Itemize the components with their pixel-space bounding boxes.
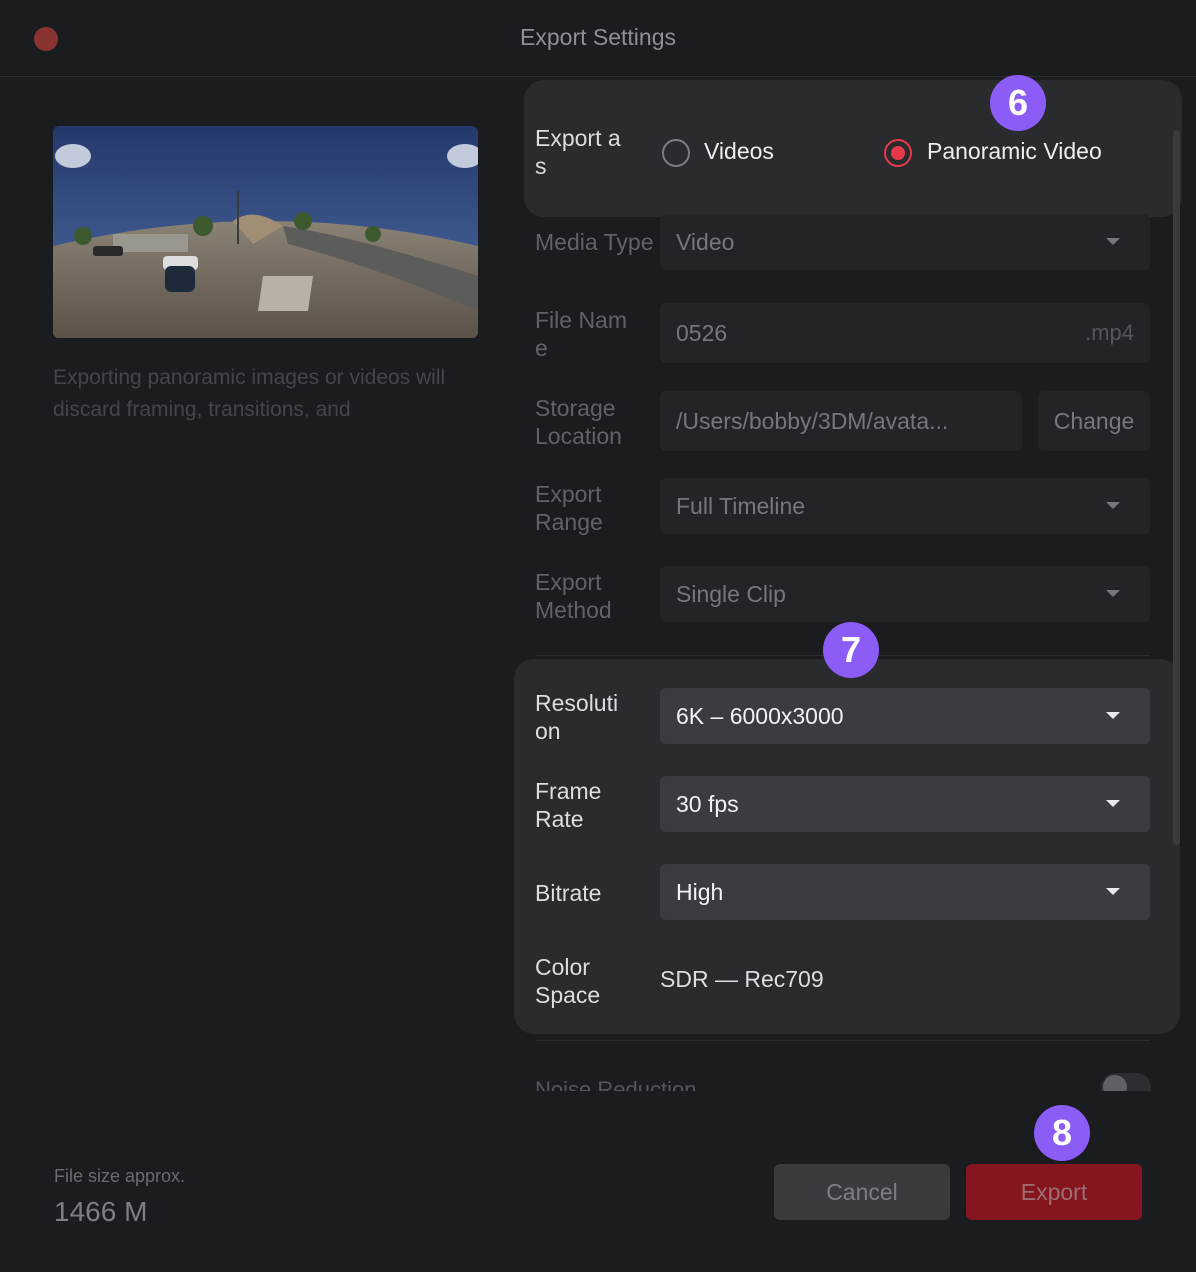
chevron-down-icon (1106, 712, 1120, 719)
color-space-label: Color Space (535, 954, 601, 1008)
file-size-label: File size approx. (54, 1166, 186, 1186)
storage-path-value: /Users/bobby/3DM/avata... (676, 408, 949, 434)
export-range-value: Full Timeline (676, 493, 806, 519)
frame-rate-value: 30 fps (676, 791, 739, 817)
media-type-value: Video (676, 229, 735, 255)
radio-videos-label[interactable]: Videos (704, 138, 774, 165)
export-as-label: Export a s (535, 125, 621, 179)
cancel-button[interactable]: Cancel (774, 1164, 950, 1220)
panorama-preview (53, 126, 478, 338)
frame-rate-label: Frame Rate (535, 778, 602, 832)
step-badge-8: 8 (1034, 1105, 1090, 1161)
noise-reduction-toggle[interactable] (1101, 1073, 1151, 1091)
resolution-value: 6K – 6000x3000 (676, 703, 844, 729)
color-space-value: SDR — Rec709 (660, 966, 824, 992)
storage-path-field: /Users/bobby/3DM/avata... (660, 391, 1022, 451)
window-title: Export Settings (520, 24, 676, 50)
frame-rate-select[interactable]: 30 fps (660, 776, 1150, 832)
storage-location-label: Storage Location (535, 395, 622, 449)
chevron-down-icon (1106, 238, 1120, 245)
change-location-button[interactable]: Change (1038, 391, 1150, 451)
export-button[interactable]: Export (966, 1164, 1142, 1220)
file-name-input[interactable]: 0526 .mp4 (660, 303, 1150, 363)
file-size-value: 1466 M (54, 1196, 148, 1227)
media-type-label: Media Type (535, 229, 654, 255)
export-method-label: Export Method (535, 569, 612, 623)
settings-scrollbar[interactable] (1173, 130, 1180, 845)
step-badge-6: 6 (990, 75, 1046, 131)
file-extension: .mp4 (1085, 320, 1134, 345)
radio-panoramic-video-label[interactable]: Panoramic Video (927, 138, 1102, 165)
panorama-notice: Exporting panoramic images or videos wil… (53, 366, 446, 421)
title-bar: Export Settings (0, 0, 1196, 77)
file-name-label: File Nam e (535, 307, 628, 361)
divider (535, 1040, 1150, 1041)
media-type-select[interactable]: Video (660, 214, 1150, 270)
export-method-select[interactable]: Single Clip (660, 566, 1150, 622)
bitrate-select[interactable]: High (660, 864, 1150, 920)
export-range-label: Export Range (535, 481, 603, 535)
step-badge-7: 7 (823, 622, 879, 678)
noise-reduction-label: Noise Reduction (535, 1077, 697, 1091)
bitrate-label: Bitrate (535, 880, 602, 906)
file-name-value: 0526 (676, 320, 728, 346)
chevron-down-icon (1106, 800, 1120, 807)
chevron-down-icon (1106, 590, 1120, 597)
radio-panoramic-video[interactable] (884, 139, 912, 167)
export-method-value: Single Clip (676, 581, 786, 607)
chevron-down-icon (1106, 888, 1120, 895)
resolution-label: Resoluti on (535, 690, 619, 744)
export-range-select[interactable]: Full Timeline (660, 478, 1150, 534)
chevron-down-icon (1106, 502, 1120, 509)
radio-videos[interactable] (662, 139, 690, 167)
resolution-select[interactable]: 6K – 6000x3000 (660, 688, 1150, 744)
bitrate-value: High (676, 879, 724, 905)
